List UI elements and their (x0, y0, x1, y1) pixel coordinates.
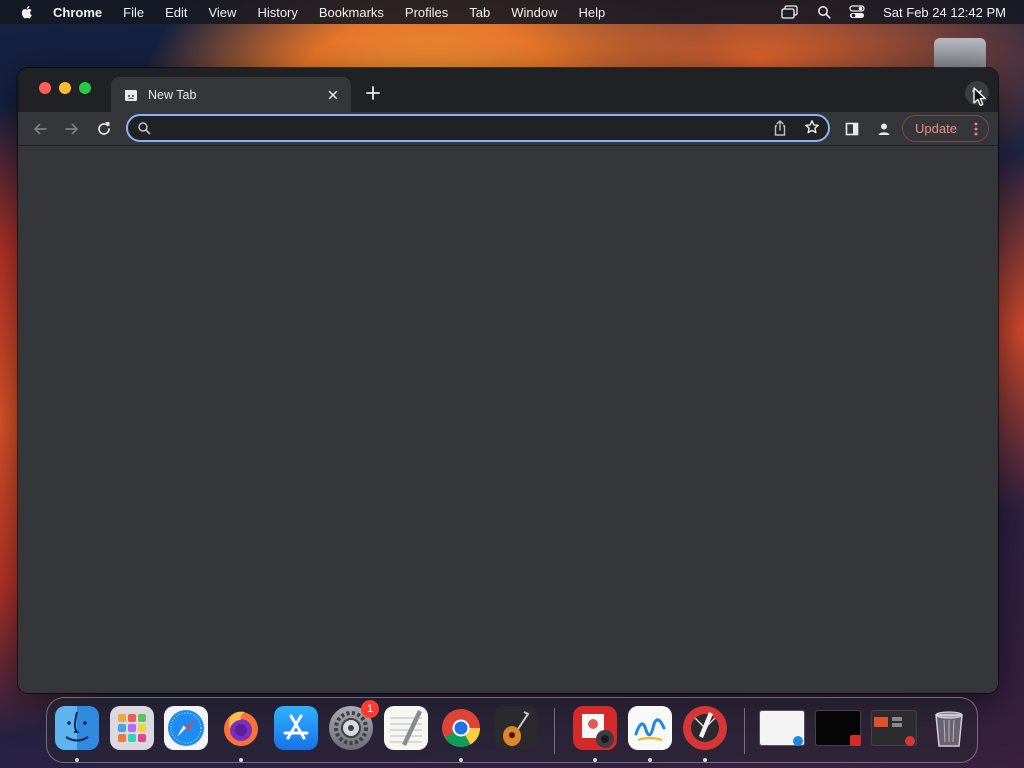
page-content-area[interactable] (18, 147, 998, 693)
dock-separator (744, 708, 745, 754)
notification-badge: 1 (361, 700, 379, 718)
window-zoom-button[interactable] (79, 82, 91, 94)
dock-minimized-window-thumbnail[interactable] (871, 710, 917, 746)
bookmark-star-icon[interactable] (804, 119, 820, 135)
share-icon[interactable] (772, 119, 788, 137)
menu-bar-clock[interactable]: Sat Feb 24 12:42 PM (883, 5, 1006, 20)
chrome-window: New Tab Update (18, 68, 998, 693)
dock-trash-icon[interactable] (927, 706, 971, 750)
dock-app-store-icon[interactable] (274, 706, 318, 750)
dock-running-indicator (239, 758, 243, 762)
reload-icon (98, 122, 110, 135)
dock-chrome-icon[interactable] (439, 706, 483, 750)
plus-icon (366, 86, 380, 100)
back-button[interactable] (28, 117, 52, 141)
background-window-edge (934, 38, 986, 72)
tab-title: New Tab (148, 87, 197, 102)
menu-window[interactable]: Window (511, 5, 557, 20)
window-minimize-button[interactable] (59, 82, 71, 94)
side-panel-button[interactable] (840, 117, 864, 141)
dock-minimized-window-thumbnail[interactable] (815, 710, 861, 746)
dock-digital-color-meter-icon[interactable] (683, 706, 727, 750)
menu-view[interactable]: View (208, 5, 236, 20)
menu-bookmarks[interactable]: Bookmarks (319, 5, 384, 20)
new-tab-favicon-icon (124, 88, 138, 102)
dock-launchpad-icon[interactable] (110, 706, 154, 750)
menu-tab[interactable]: Tab (469, 5, 490, 20)
address-input[interactable] (158, 118, 758, 138)
apple-menu-icon[interactable] (19, 4, 35, 20)
dock: 1 (46, 697, 978, 763)
profile-icon (878, 123, 890, 135)
dock-running-indicator (648, 758, 652, 762)
dock-textedit-icon[interactable] (384, 706, 428, 750)
dock-minimized-window-thumbnail[interactable] (759, 710, 805, 746)
dock-garageband-icon[interactable] (494, 706, 538, 750)
arrow-left-icon (34, 123, 47, 135)
control-center-icon[interactable] (849, 5, 865, 19)
arrow-right-icon (65, 123, 78, 135)
dock-safari-icon[interactable] (164, 706, 208, 750)
menu-file[interactable]: File (123, 5, 144, 20)
search-icon (137, 121, 151, 135)
dock-running-indicator (459, 758, 463, 762)
mouse-cursor-icon (973, 87, 986, 107)
side-panel-icon (845, 122, 859, 136)
window-close-button[interactable] (39, 82, 51, 94)
menu-profiles[interactable]: Profiles (405, 5, 448, 20)
dock-running-indicator (75, 758, 79, 762)
spotlight-search-icon[interactable] (817, 5, 831, 19)
dock-running-indicator (593, 758, 597, 762)
dock-photo-booth-icon[interactable] (573, 706, 617, 750)
dock-finder-icon[interactable] (55, 706, 99, 750)
update-button[interactable]: Update (902, 115, 989, 142)
tab-new-tab[interactable]: New Tab (111, 77, 351, 112)
dock-firefox-icon[interactable] (219, 706, 263, 750)
browser-toolbar: Update (18, 112, 998, 146)
dock-running-indicator (703, 758, 707, 762)
menu-history[interactable]: History (257, 5, 297, 20)
new-tab-button[interactable] (362, 82, 384, 104)
omnibox[interactable] (126, 114, 830, 142)
menu-app-name[interactable]: Chrome (53, 5, 102, 20)
menu-help[interactable]: Help (579, 5, 606, 20)
screen-mirroring-icon[interactable] (781, 5, 799, 19)
update-label: Update (915, 121, 957, 136)
menu-bar: Chrome File Edit View History Bookmarks … (0, 0, 1024, 24)
dock-freeform-icon[interactable] (628, 706, 672, 750)
menu-bar-status-area: Sat Feb 24 12:42 PM (781, 0, 1024, 24)
reload-button[interactable] (92, 117, 116, 141)
tab-strip: New Tab (18, 68, 998, 112)
dock-separator (554, 708, 555, 754)
dock-system-preferences-icon[interactable]: 1 (329, 700, 379, 750)
kebab-menu-icon[interactable] (974, 122, 978, 136)
forward-button[interactable] (60, 117, 84, 141)
menu-edit[interactable]: Edit (165, 5, 187, 20)
profile-button[interactable] (872, 117, 896, 141)
tab-close-icon[interactable] (323, 85, 343, 105)
